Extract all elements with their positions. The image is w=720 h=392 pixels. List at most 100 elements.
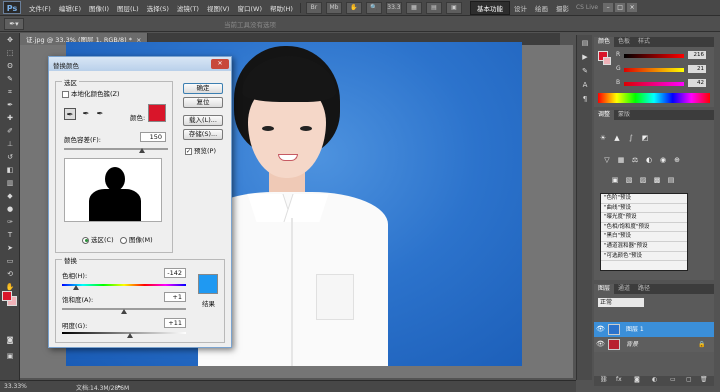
layer-style-icon[interactable]: fx bbox=[616, 376, 622, 383]
dodge-tool-icon[interactable]: ● bbox=[3, 204, 17, 215]
layer-row-background[interactable]: 👁 背景 🔒 bbox=[594, 337, 714, 352]
paragraph-panel-icon[interactable]: ¶ bbox=[579, 95, 591, 105]
tolerance-slider-track[interactable] bbox=[64, 148, 168, 150]
tab-masks[interactable]: 蒙版 bbox=[614, 110, 634, 120]
threshold-icon[interactable]: ▨ bbox=[638, 176, 648, 185]
vibrance-icon[interactable]: ▽ bbox=[602, 156, 612, 165]
move-tool-icon[interactable]: ✥ bbox=[3, 35, 17, 46]
color-spectrum-ramp[interactable] bbox=[598, 93, 710, 103]
save-button[interactable]: 存储(S)... bbox=[183, 129, 223, 140]
new-group-icon[interactable]: ▭ bbox=[670, 376, 676, 383]
layer-name[interactable]: 背景 bbox=[626, 337, 638, 352]
path-select-tool-icon[interactable]: ➤ bbox=[3, 243, 17, 254]
hue-field[interactable]: -142 bbox=[164, 268, 186, 278]
blur-tool-icon[interactable]: ◆ bbox=[3, 191, 17, 202]
eyedropper-tool-preset-icon[interactable]: ✒▾ bbox=[4, 17, 24, 30]
bridge-icon[interactable]: Br bbox=[305, 1, 322, 14]
status-menu-arrow-icon[interactable]: ▸ bbox=[118, 383, 121, 390]
3d-rotate-tool-icon[interactable]: ⟲ bbox=[3, 269, 17, 280]
lightness-slider-thumb[interactable] bbox=[127, 333, 134, 338]
brightness-contrast-icon[interactable]: ☀ bbox=[598, 134, 608, 143]
reset-button[interactable]: 复位 bbox=[183, 97, 223, 108]
lasso-tool-icon[interactable]: ʘ bbox=[3, 61, 17, 72]
preset-curves[interactable]: "曲线"预设 bbox=[601, 204, 687, 214]
tab-color[interactable]: 颜色 bbox=[594, 37, 615, 47]
b-channel-bar[interactable] bbox=[624, 82, 684, 86]
g-channel-bar[interactable] bbox=[624, 68, 684, 72]
selection-color-swatch[interactable] bbox=[148, 104, 166, 122]
eyedropper-icon[interactable]: ✒ bbox=[64, 108, 76, 120]
new-layer-icon[interactable]: ▢ bbox=[686, 376, 692, 383]
workspace-essentials-button[interactable]: 基本功能 bbox=[469, 0, 510, 15]
menu-image[interactable]: 图像(I) bbox=[85, 3, 113, 13]
dialog-close-icon[interactable]: ✕ bbox=[211, 59, 229, 69]
zoom-level-readout[interactable]: 33.3 bbox=[385, 1, 402, 14]
saturation-slider-thumb[interactable] bbox=[121, 309, 127, 314]
hue-saturation-icon[interactable]: ▦ bbox=[616, 156, 626, 165]
eyedropper-minus-icon[interactable]: ✒ bbox=[94, 108, 106, 120]
preset-black-white[interactable]: "黑白"预设 bbox=[601, 232, 687, 242]
tab-swatches[interactable]: 色板 bbox=[614, 37, 634, 47]
type-tool-icon[interactable]: T bbox=[3, 230, 17, 241]
r-channel-value[interactable]: 216 bbox=[688, 51, 706, 59]
preview-checkbox-box[interactable]: ✓ bbox=[185, 147, 192, 155]
tab-styles[interactable]: 样式 bbox=[634, 37, 654, 47]
adjustment-layer-icon[interactable]: ◐ bbox=[652, 376, 657, 383]
menu-help[interactable]: 帮助(H) bbox=[266, 3, 297, 13]
eyedropper-plus-icon[interactable]: ✒ bbox=[80, 108, 92, 120]
history-panel-icon[interactable]: ▤ bbox=[579, 39, 591, 49]
quick-select-tool-icon[interactable]: ✎ bbox=[3, 74, 17, 85]
brush-panel-icon[interactable]: ✎ bbox=[579, 67, 591, 77]
menu-layer[interactable]: 图层(L) bbox=[113, 3, 143, 13]
screen-mode-icon[interactable]: ▣ bbox=[3, 351, 17, 362]
menu-edit[interactable]: 编辑(E) bbox=[55, 3, 85, 13]
invert-icon[interactable]: ▣ bbox=[610, 176, 620, 185]
maximize-icon[interactable]: □ bbox=[615, 3, 626, 12]
history-brush-icon[interactable]: ↺ bbox=[3, 152, 17, 163]
tolerance-field[interactable]: 150 bbox=[140, 132, 166, 142]
ok-button[interactable]: 确定 bbox=[183, 83, 223, 94]
minimize-icon[interactable]: – bbox=[603, 3, 614, 12]
marquee-tool-icon[interactable]: ⬚ bbox=[3, 48, 17, 59]
localized-clusters-checkbox[interactable]: 本地化颜色簇(Z) bbox=[62, 88, 120, 98]
quick-mask-icon[interactable]: ◙ bbox=[3, 335, 17, 346]
curves-icon[interactable]: ∫ bbox=[626, 134, 636, 143]
g-channel-value[interactable]: 21 bbox=[688, 65, 706, 73]
close-icon[interactable]: × bbox=[627, 3, 638, 12]
tab-paths[interactable]: 路径 bbox=[634, 284, 654, 294]
hue-slider-thumb[interactable] bbox=[72, 285, 79, 290]
menu-filter[interactable]: 滤镜(T) bbox=[173, 3, 203, 13]
eyedropper-tool-icon[interactable]: ✒ bbox=[3, 100, 17, 111]
document-info[interactable]: 文档:14.3M/28.6M bbox=[76, 383, 129, 392]
minibridge-icon[interactable]: Mb bbox=[325, 1, 342, 14]
radio-image[interactable]: 图像(M) bbox=[120, 234, 153, 244]
character-panel-icon[interactable]: A bbox=[579, 81, 591, 91]
black-white-icon[interactable]: ◐ bbox=[644, 156, 654, 165]
menu-view[interactable]: 视图(V) bbox=[203, 3, 234, 13]
layer-row-layer-1[interactable]: 👁 图层 1 bbox=[594, 322, 714, 337]
brush-tool-icon[interactable]: ✐ bbox=[3, 126, 17, 137]
menu-window[interactable]: 窗口(W) bbox=[233, 3, 266, 13]
posterize-icon[interactable]: ▧ bbox=[624, 176, 634, 185]
workspace-design-link[interactable]: 设计 bbox=[510, 3, 531, 13]
preset-levels[interactable]: "色阶"预设 bbox=[601, 194, 687, 204]
radio-image-dot[interactable] bbox=[120, 236, 127, 244]
b-channel-value[interactable]: 42 bbox=[688, 79, 706, 87]
foreground-color-swatch[interactable] bbox=[2, 291, 12, 301]
tab-layers[interactable]: 图层 bbox=[594, 284, 615, 294]
load-button[interactable]: 载入(L)... bbox=[183, 115, 223, 126]
localized-clusters-box[interactable] bbox=[62, 90, 69, 98]
levels-icon[interactable]: ▲ bbox=[612, 134, 622, 143]
menu-select[interactable]: 选择(S) bbox=[143, 3, 173, 13]
cs-live-link[interactable]: CS Live bbox=[573, 4, 601, 11]
result-color-swatch[interactable] bbox=[198, 274, 218, 294]
preset-selective-color[interactable]: "可选颜色"预设 bbox=[601, 252, 687, 262]
blend-mode-select[interactable]: 正常 bbox=[598, 298, 644, 307]
lightness-field[interactable]: +11 bbox=[164, 318, 186, 328]
saturation-field[interactable]: +1 bbox=[164, 292, 186, 302]
radio-selection-dot[interactable] bbox=[82, 236, 89, 244]
photo-filter-icon[interactable]: ◉ bbox=[658, 156, 668, 165]
screen-mode-icon[interactable]: ▣ bbox=[445, 1, 462, 14]
preview-checkbox[interactable]: ✓ 预览(P) bbox=[185, 145, 216, 155]
r-channel-bar[interactable] bbox=[624, 54, 684, 58]
